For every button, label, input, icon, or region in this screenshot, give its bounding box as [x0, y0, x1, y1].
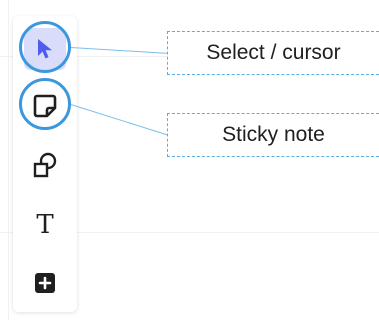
select-tool-button[interactable] — [24, 28, 66, 70]
sticky-note-callout: Sticky note — [167, 113, 379, 157]
add-tool-button[interactable] — [24, 262, 66, 304]
cursor-arrow-icon — [36, 38, 54, 60]
sticky-note-icon — [32, 93, 58, 119]
shapes-tool-button[interactable] — [24, 144, 66, 186]
plus-square-icon — [34, 272, 56, 294]
select-callout-leader — [70, 47, 168, 54]
text-tool-button[interactable]: T — [24, 204, 66, 246]
grid-line — [8, 0, 9, 320]
whiteboard-canvas[interactable]: T Select / cursor Sticky note — [0, 0, 379, 320]
sticky-note-tool-button[interactable] — [24, 85, 66, 127]
select-callout: Select / cursor — [167, 31, 379, 75]
text-icon: T — [36, 210, 54, 240]
shapes-icon — [31, 151, 59, 179]
tool-sidebar: T — [13, 16, 77, 312]
sticky-callout-leader — [70, 104, 168, 136]
